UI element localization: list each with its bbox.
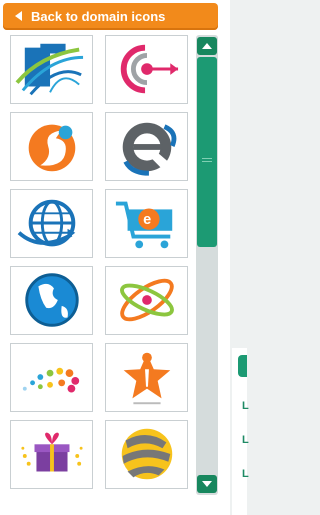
icon-tile[interactable]: [10, 420, 93, 489]
globe-arrow-logo-icon: [17, 199, 76, 247]
scroll-up-button[interactable]: [197, 37, 217, 55]
letter-e-gray-logo-icon: [122, 122, 177, 176]
striped-sphere-logo-icon: [121, 428, 173, 480]
side-panel-tab[interactable]: [238, 355, 247, 377]
target-arrow-logo-icon: [120, 44, 179, 94]
icon-grid: e: [10, 35, 194, 495]
orange-s-logo-icon: [28, 124, 76, 172]
colored-dots-arc-logo-icon: [22, 367, 80, 393]
back-arrow-icon: [15, 11, 22, 21]
side-label: L: [242, 400, 249, 412]
star-person-logo-icon: [123, 352, 171, 405]
scrollbar-thumb[interactable]: [197, 57, 217, 247]
icon-tile[interactable]: [105, 343, 188, 412]
swoosh-arc-logo-icon: [15, 43, 84, 96]
svg-text:e: e: [143, 212, 151, 228]
side-label: L: [242, 434, 249, 446]
grip-line: [202, 161, 212, 162]
icon-tile[interactable]: [10, 112, 93, 181]
back-to-domain-icons-button[interactable]: Back to domain icons: [3, 3, 218, 30]
grip-line: [202, 158, 212, 159]
icon-tile[interactable]: [105, 420, 188, 489]
back-button-label: Back to domain icons: [31, 9, 166, 24]
vertical-scrollbar[interactable]: [196, 35, 218, 495]
icon-tile[interactable]: [105, 266, 188, 335]
icon-tile[interactable]: [105, 112, 188, 181]
orbit-rings-logo-icon: [120, 278, 174, 322]
side-label: L: [242, 468, 249, 480]
icon-tile[interactable]: [10, 266, 93, 335]
gift-box-logo-icon: [21, 432, 83, 472]
earth-globe-logo-icon: [25, 273, 79, 327]
icon-tile[interactable]: e: [105, 189, 188, 258]
chevron-down-icon: [202, 481, 212, 487]
scroll-down-button[interactable]: [197, 475, 217, 493]
icon-tile[interactable]: [10, 35, 93, 104]
icon-tile[interactable]: [105, 35, 188, 104]
shopping-cart-e-logo-icon: e: [115, 201, 173, 249]
chevron-up-icon: [202, 43, 212, 49]
icon-tile[interactable]: [10, 189, 93, 258]
icon-tile[interactable]: [10, 343, 93, 412]
